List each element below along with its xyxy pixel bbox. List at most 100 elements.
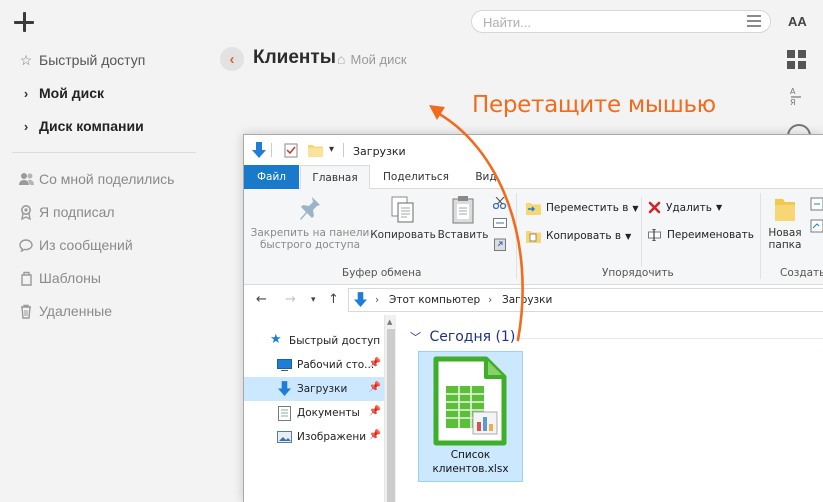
recent-locations-icon[interactable]: ▾	[311, 295, 316, 305]
star-icon: ★	[270, 332, 282, 347]
group-header[interactable]: ﹀ Сегодня (1)	[410, 329, 515, 345]
chat-bubble-icon	[18, 237, 34, 253]
navigation-pane: ★ Быстрый доступ Рабочий сто... 📌 Загруз…	[244, 315, 384, 502]
tab-home[interactable]: Главная	[300, 165, 370, 190]
easy-access-icon[interactable]	[810, 219, 823, 233]
pictures-icon	[277, 431, 292, 443]
explorer-window: ▾ Загрузки Файл Главная Поделиться Вид З…	[243, 134, 823, 502]
sidebar-item-i-signed[interactable]: Я подписал	[18, 200, 115, 224]
font-size-toggle[interactable]: AA	[788, 14, 807, 29]
create-new-button[interactable]	[10, 8, 38, 36]
home-icon: ⌂	[337, 51, 346, 67]
paste-button[interactable]: Вставить	[437, 195, 489, 241]
pin-icon: 📌	[368, 430, 381, 441]
copy-button[interactable]: Копировать	[370, 195, 436, 241]
grid-view-icon[interactable]	[787, 50, 807, 70]
ribbon: Закрепить на панели быстрого доступа Коп…	[244, 189, 823, 285]
window-title: Загрузки	[353, 145, 406, 158]
sidebar-item-label: Диск компании	[39, 118, 144, 134]
nav-pane-scrollbar[interactable]: ▲	[384, 315, 396, 502]
nav-item-downloads[interactable]: Загрузки 📌	[244, 377, 384, 401]
paste-shortcut-icon[interactable]	[494, 237, 506, 251]
search-input[interactable]	[483, 14, 723, 30]
file-name: Список клиентов.xlsx	[432, 449, 509, 475]
chevron-right-icon: ›	[488, 294, 493, 306]
nav-item-desktop[interactable]: Рабочий сто... 📌	[244, 353, 384, 377]
delete-button[interactable]: Удалить ▼	[648, 201, 722, 214]
search-menu-icon[interactable]	[747, 15, 761, 27]
sidebar-item-company-disk[interactable]: › Диск компании	[18, 114, 144, 138]
award-icon	[18, 204, 34, 220]
scroll-up-icon[interactable]: ▲	[387, 318, 392, 326]
back-arrow-icon[interactable]: ←	[256, 292, 267, 307]
copy-path-icon[interactable]	[493, 218, 507, 228]
address-field[interactable]: › Этот компьютер › Загрузки	[348, 288, 823, 312]
download-arrow-icon	[278, 381, 291, 396]
sort-alpha-icon[interactable]: АЯ	[789, 86, 803, 111]
new-item-icon[interactable]	[810, 197, 823, 211]
new-folder-icon[interactable]	[308, 143, 323, 157]
properties-icon[interactable]	[284, 143, 298, 158]
up-arrow-icon[interactable]: ↑	[328, 292, 339, 307]
sidebar-item-shared-with-me[interactable]: Со мной поделились	[18, 167, 174, 191]
dropdown-arrow-icon: ▼	[632, 203, 639, 213]
back-button[interactable]: ‹	[220, 47, 244, 71]
star-icon: ☆	[19, 51, 33, 68]
pin-icon: 📌	[368, 406, 381, 417]
pin-icon	[300, 197, 320, 220]
desktop-icon	[277, 359, 292, 371]
pin-icon: 📌	[368, 382, 381, 393]
dropdown-arrow-icon: ▼	[715, 203, 723, 212]
download-arrow-icon	[354, 292, 367, 307]
app-sidebar: ☆ Быстрый доступ › Мой диск › Диск компа…	[0, 0, 208, 502]
drag-hint-annotation: Перетащите мышью	[472, 92, 716, 118]
sidebar-item-my-disk[interactable]: › Мой диск	[18, 81, 104, 105]
chevron-right-icon: ›	[23, 85, 29, 101]
file-item[interactable]: Список клиентов.xlsx	[418, 351, 523, 482]
address-segment[interactable]: Загрузки	[502, 294, 552, 306]
sidebar-item-label: Шаблоны	[39, 270, 101, 286]
rename-button[interactable]: Переименовать	[648, 229, 754, 241]
delete-x-icon	[648, 201, 661, 214]
copy-to-button[interactable]: Копировать в ▼	[526, 229, 631, 243]
sidebar-item-from-messages[interactable]: Из сообщений	[18, 233, 133, 257]
nav-item-documents[interactable]: Документы 📌	[244, 401, 384, 425]
file-list: ﹀ Сегодня (1) Список клиентов.xlsx	[396, 315, 823, 502]
group-divider	[516, 193, 517, 279]
tab-share[interactable]: Поделиться	[376, 165, 456, 189]
forward-arrow-icon[interactable]: →	[285, 292, 296, 307]
sidebar-item-label: Быстрый доступ	[39, 52, 146, 68]
tab-view[interactable]: Вид	[466, 165, 506, 189]
copy-icon	[391, 196, 414, 223]
template-icon	[18, 270, 34, 286]
cut-icon[interactable]	[493, 197, 507, 209]
quick-access-dropdown-icon[interactable]: ▾	[329, 144, 334, 155]
breadcrumb[interactable]: ⌂ Мой диск	[337, 51, 407, 67]
paste-icon	[452, 196, 474, 224]
trash-icon	[18, 303, 34, 319]
move-to-button[interactable]: Переместить в ▼	[526, 201, 639, 215]
sidebar-item-label: Я подписал	[39, 204, 115, 220]
group-label-organize: Упорядочить	[602, 267, 674, 279]
pin-to-quick-access-button[interactable]: Закрепить на панели быстрого доступа	[250, 195, 370, 251]
people-icon	[18, 171, 34, 187]
group-divider	[641, 197, 642, 267]
new-folder-button[interactable]: Новая папка	[764, 195, 806, 251]
tab-file[interactable]: Файл	[244, 165, 299, 189]
copy-to-icon	[526, 231, 541, 243]
sidebar-item-templates[interactable]: Шаблоны	[18, 266, 101, 290]
rename-icon	[648, 229, 661, 241]
sidebar-item-label: Удаленные	[39, 303, 113, 319]
nav-item-quick-access[interactable]: ★ Быстрый доступ	[244, 329, 384, 353]
breadcrumb-label: Мой диск	[350, 51, 407, 67]
nav-item-pictures[interactable]: Изображени 📌	[244, 425, 384, 449]
sidebar-item-deleted[interactable]: Удаленные	[18, 299, 112, 323]
ribbon-tabs: Файл Главная Поделиться Вид	[244, 165, 823, 190]
sidebar-item-quick-access[interactable]: ☆ Быстрый доступ	[18, 48, 146, 72]
search-box[interactable]	[471, 10, 771, 33]
address-segment[interactable]: Этот компьютер	[389, 294, 480, 306]
group-label-create: Создать	[780, 267, 823, 279]
scrollbar-thumb[interactable]	[387, 329, 395, 502]
divider	[271, 143, 272, 157]
sidebar-item-label: Из сообщений	[39, 237, 133, 253]
